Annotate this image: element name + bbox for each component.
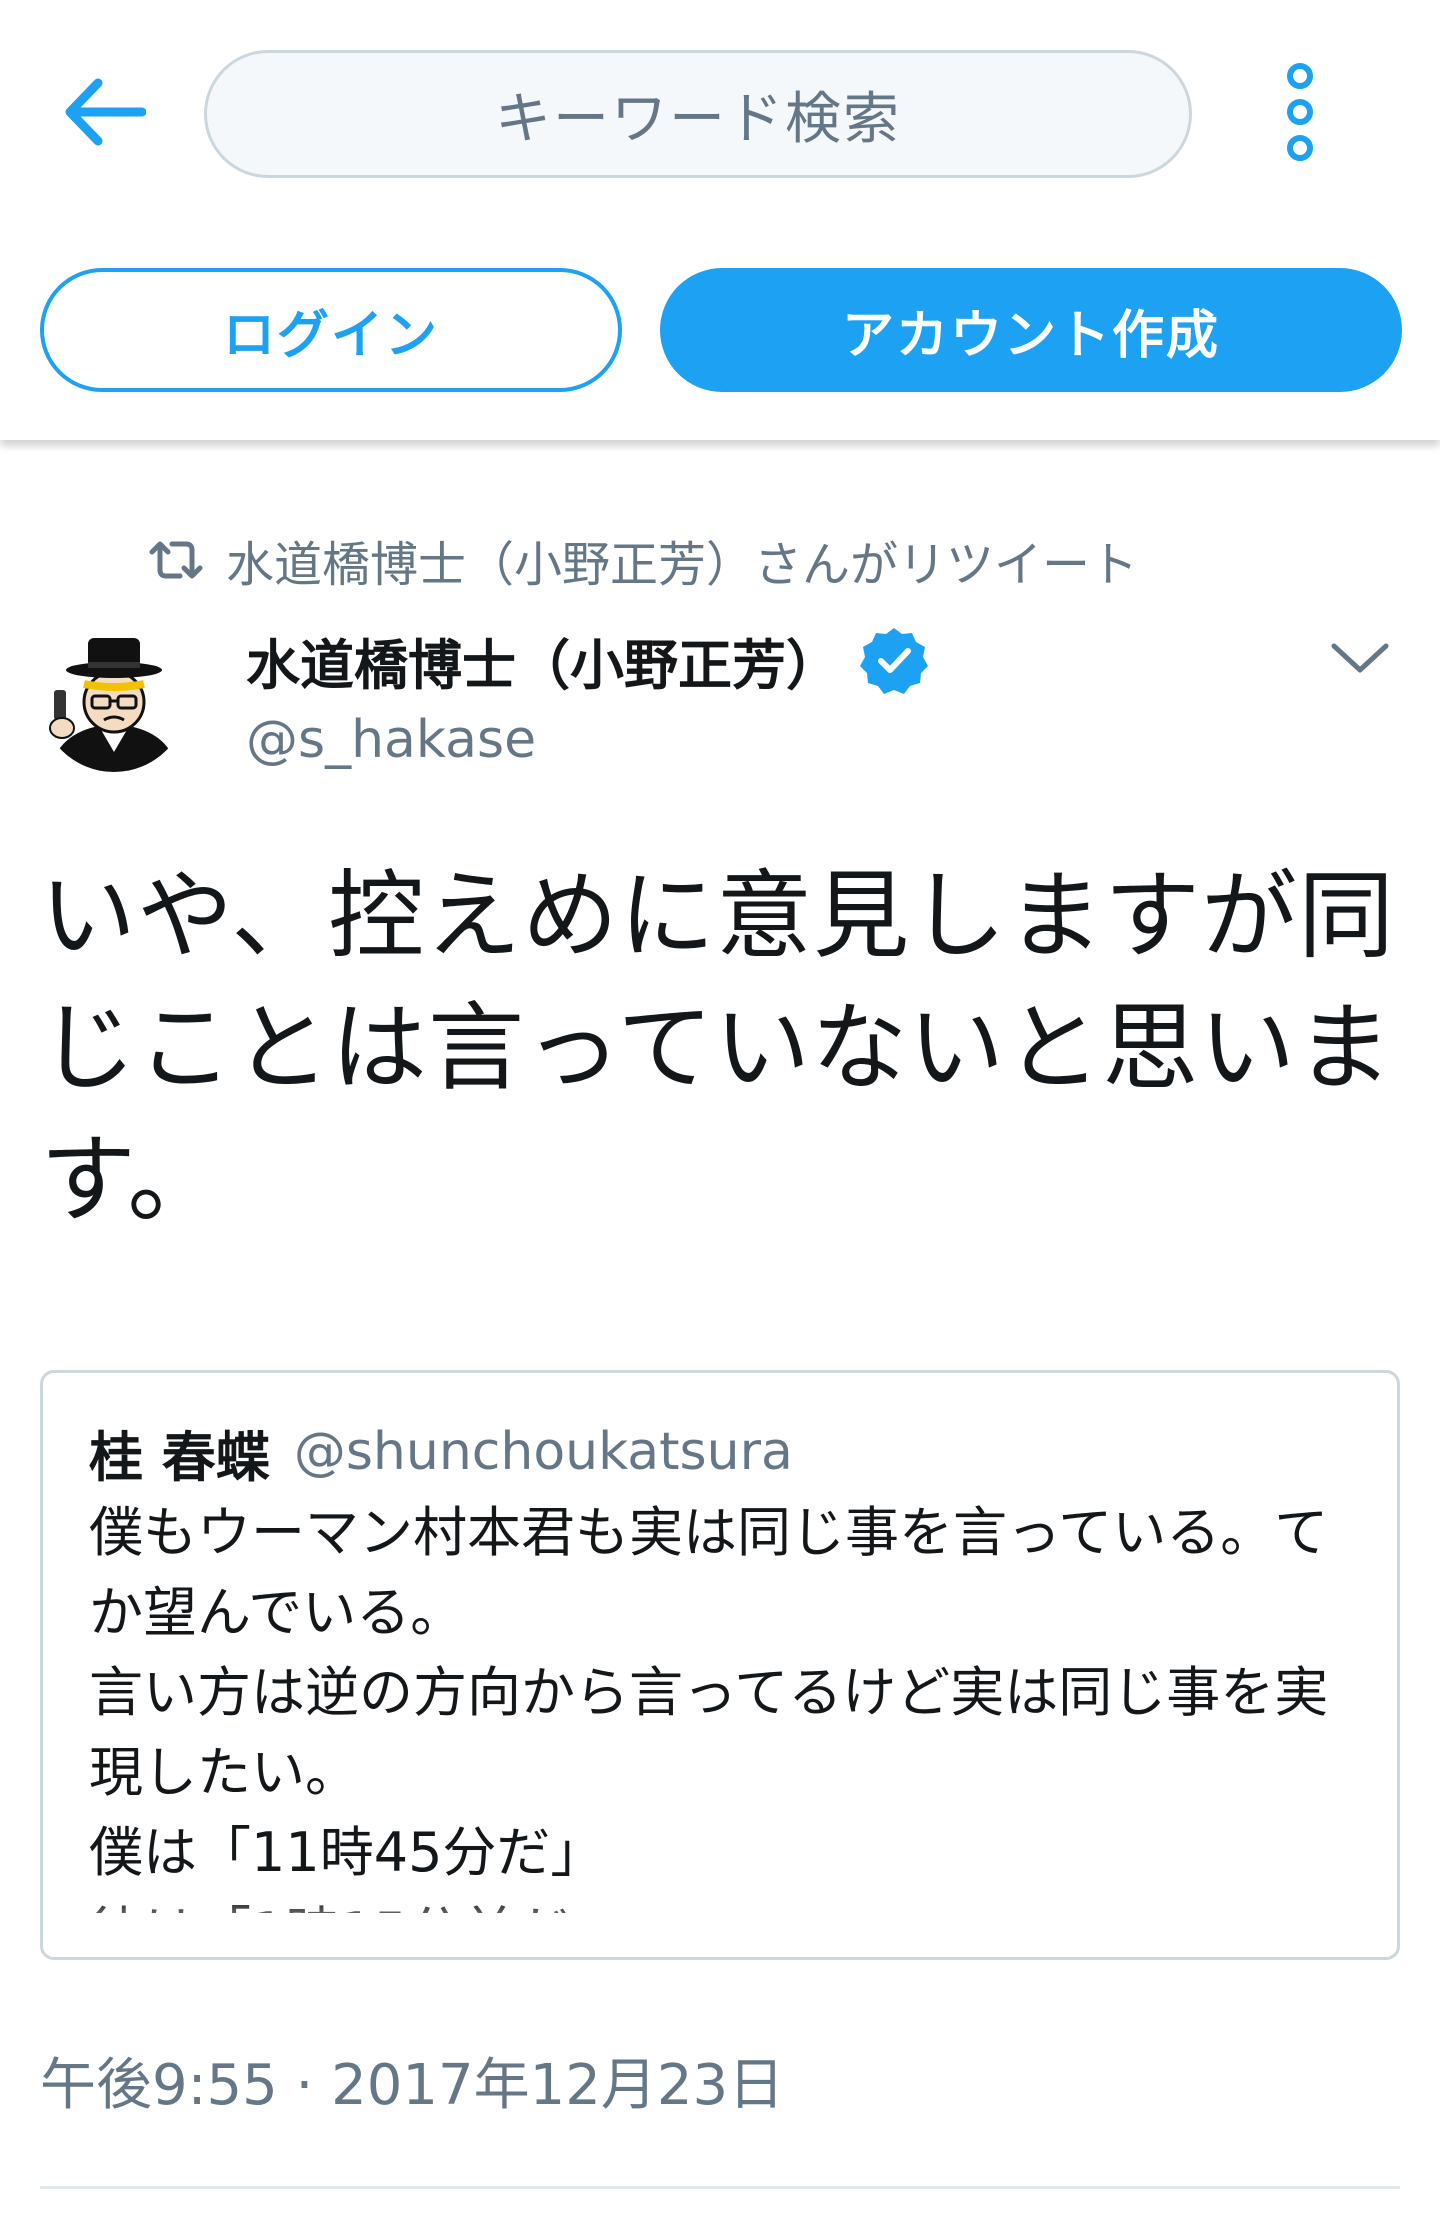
author-handle[interactable]: @s_hakase <box>246 702 536 778</box>
retweeted-by-text: 水道橋博士（小野正芳）さんがリツイート <box>226 537 1139 593</box>
back-button[interactable] <box>56 66 152 162</box>
avatar[interactable] <box>40 624 188 772</box>
search-input[interactable]: キーワード検索 <box>204 50 1192 178</box>
divider <box>40 2186 1400 2189</box>
retweet-context: 水道橋博士（小野正芳）さんがリツイート <box>148 520 1138 600</box>
login-button-label: ログイン <box>222 305 439 366</box>
tweet-timestamp[interactable]: 午後9:55 · 2017年12月23日 <box>40 2040 784 2120</box>
signup-button[interactable]: アカウント作成 <box>660 268 1402 392</box>
quoted-tweet-text: 僕もウーマン村本君も実は同じ事を言っている。てか望んでいる。 言い方は逆の方向か… <box>89 1501 1329 1913</box>
verified-badge-icon <box>858 624 930 696</box>
tweet-text: いや、控えめに意見しますが同じことは言っていないと思います。 <box>40 860 1396 1236</box>
vertical-dots-icon <box>1280 60 1320 168</box>
search-placeholder: キーワード検索 <box>495 86 901 152</box>
retweet-icon <box>148 538 204 582</box>
more-menu-button[interactable] <box>1252 56 1348 172</box>
quoted-author-handle: @shunchoukatsura <box>293 1422 793 1482</box>
top-bar: キーワード検索 ログイン アカウント作成 <box>0 0 1440 440</box>
quoted-author-name: 桂 春蝶 <box>89 1425 270 1489</box>
login-button[interactable]: ログイン <box>40 268 622 392</box>
chevron-down-icon <box>1330 640 1390 680</box>
tweet-options-button[interactable] <box>1320 624 1400 696</box>
author-name-row[interactable]: 水道橋博士（小野正芳） <box>246 620 930 700</box>
quoted-tweet[interactable]: 桂 春蝶 @shunchoukatsura 僕もウーマン村本君も実は同じ事を言っ… <box>40 1370 1400 1960</box>
quoted-text-fade <box>43 1897 1397 1957</box>
arrow-left-icon <box>62 77 147 151</box>
signup-button-label: アカウント作成 <box>841 305 1220 366</box>
author-name: 水道橋博士（小野正芳） <box>246 633 840 697</box>
quoted-tweet-header: 桂 春蝶 @shunchoukatsura <box>89 1415 793 1489</box>
